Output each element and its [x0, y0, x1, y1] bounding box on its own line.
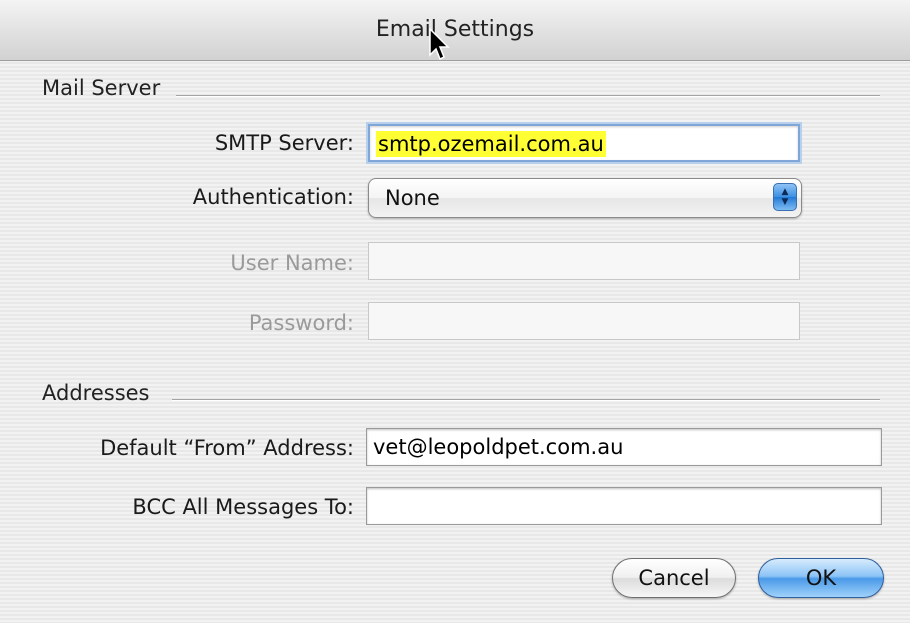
section-divider-addresses [172, 399, 880, 401]
email-settings-dialog: Email Settings Mail Server SMTP Server: … [0, 0, 910, 623]
section-divider-mail-server [176, 95, 880, 97]
ok-button[interactable]: OK [758, 558, 884, 598]
password-label: Password: [248, 311, 354, 335]
authentication-value: None [385, 186, 440, 210]
authentication-label: Authentication: [192, 185, 354, 209]
smtp-server-label: SMTP Server: [214, 131, 354, 155]
cancel-button[interactable]: Cancel [612, 558, 736, 598]
default-from-address-field[interactable]: vet@leopoldpet.com.au [366, 428, 882, 466]
section-label-addresses: Addresses [42, 381, 150, 405]
smtp-server-value: smtp.ozemail.com.au [376, 131, 606, 157]
window-title: Email Settings [0, 0, 910, 61]
mouse-pointer-icon [429, 28, 450, 61]
user-name-field[interactable] [368, 242, 800, 280]
default-from-address-label: Default “From” Address: [100, 436, 354, 460]
smtp-server-field[interactable]: smtp.ozemail.com.au [368, 124, 800, 162]
authentication-popup[interactable]: None ▲ ▼ [368, 178, 802, 218]
password-field[interactable] [368, 302, 800, 340]
up-down-arrows-icon: ▲ ▼ [773, 183, 797, 211]
bcc-all-messages-field[interactable] [366, 487, 882, 525]
bcc-all-messages-label: BCC All Messages To: [132, 495, 354, 519]
user-name-label: User Name: [230, 251, 354, 275]
section-label-mail-server: Mail Server [42, 76, 161, 100]
